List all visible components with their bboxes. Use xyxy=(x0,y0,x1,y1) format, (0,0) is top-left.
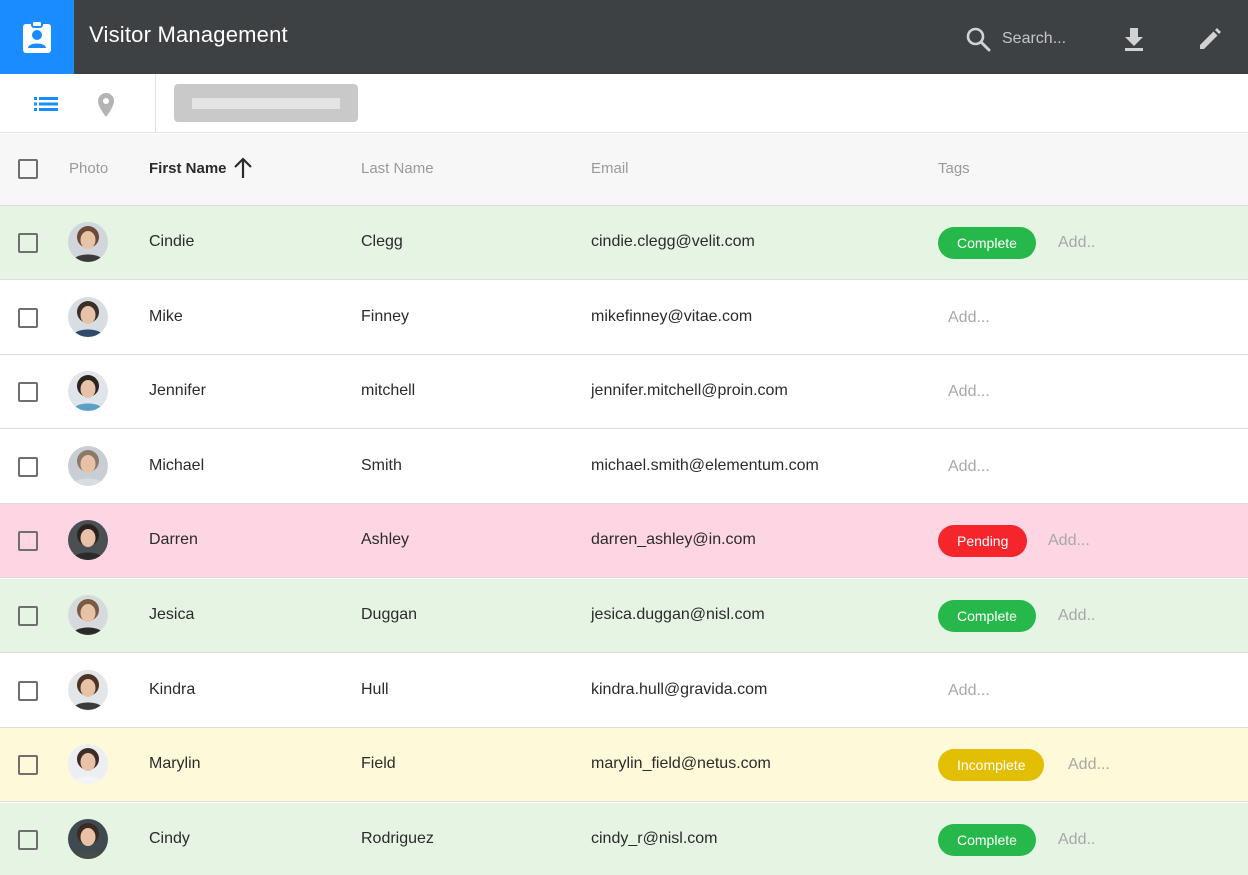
first-name-cell: Kindra xyxy=(149,681,196,698)
filter-placeholder[interactable] xyxy=(174,84,358,122)
table-row[interactable]: Michael Smith michael.smith@elementum.com A… xyxy=(0,430,1248,504)
avatar-image xyxy=(68,520,108,560)
first-name-cell: Darren xyxy=(149,531,198,548)
add-tag-link[interactable]: Add... xyxy=(1068,756,1110,774)
add-tag-link[interactable]: Add... xyxy=(1048,532,1090,550)
table-row[interactable]: Jesica Duggan jesica.duggan@nisl.com Comple… xyxy=(0,579,1248,653)
toolbar-divider xyxy=(155,74,156,132)
email-cell: marylin_field@netus.com xyxy=(591,755,771,772)
avatar-image xyxy=(68,222,108,262)
status-badge[interactable]: Complete xyxy=(938,227,1036,259)
avatar xyxy=(68,520,108,560)
first-name-cell: Jesica xyxy=(149,606,195,623)
avatar xyxy=(68,222,108,262)
avatar xyxy=(68,595,108,635)
add-tag-link[interactable]: Add... xyxy=(948,458,990,476)
add-tag-link[interactable]: Add... xyxy=(948,309,990,327)
table-header: Photo First Name Last Name Email Tags xyxy=(0,134,1248,206)
app-header: Visitor Management xyxy=(0,0,1248,74)
edit-icon[interactable] xyxy=(1197,26,1223,52)
badge-icon xyxy=(23,20,51,53)
email-cell: cindie.clegg@velit.com xyxy=(591,233,755,250)
add-tag-link[interactable]: Add... xyxy=(948,383,990,401)
first-name-cell: Marylin xyxy=(149,755,201,772)
first-name-cell: Jennifer xyxy=(149,382,206,399)
avatar xyxy=(68,819,108,859)
avatar xyxy=(68,744,108,784)
app-logo[interactable] xyxy=(0,0,74,74)
row-checkbox[interactable] xyxy=(18,606,38,626)
avatar-image xyxy=(68,670,108,710)
map-pin-icon[interactable] xyxy=(97,92,115,118)
sort-ascending-icon[interactable] xyxy=(232,156,254,180)
row-checkbox[interactable] xyxy=(18,308,38,328)
row-checkbox[interactable] xyxy=(18,830,38,850)
search-input[interactable] xyxy=(1002,26,1102,52)
row-checkbox[interactable] xyxy=(18,382,38,402)
status-badge[interactable]: Pending xyxy=(938,525,1028,557)
first-name-cell: Cindy xyxy=(149,830,190,847)
first-name-cell: Michael xyxy=(149,457,205,474)
add-tag-link[interactable]: Add.. xyxy=(1058,234,1095,252)
last-name-cell: Clegg xyxy=(361,233,403,250)
avatar xyxy=(68,670,108,710)
status-badge[interactable]: Complete xyxy=(938,600,1036,632)
column-header-photo: Photo xyxy=(69,160,109,177)
last-name-cell: Field xyxy=(361,755,396,772)
add-tag-link[interactable]: Add... xyxy=(948,682,990,700)
view-toolbar xyxy=(0,74,1248,133)
search-icon[interactable] xyxy=(965,26,991,52)
first-name-cell: Mike xyxy=(149,308,183,325)
avatar-image xyxy=(68,371,108,411)
status-badge[interactable]: Incomplete xyxy=(938,749,1045,781)
row-checkbox[interactable] xyxy=(18,755,38,775)
table-row[interactable]: Marylin Field marylin_field@netus.com Incom… xyxy=(0,728,1248,802)
row-checkbox[interactable] xyxy=(18,457,38,477)
row-checkbox[interactable] xyxy=(18,681,38,701)
add-tag-link[interactable]: Add.. xyxy=(1058,607,1095,625)
table-row[interactable]: Cindy Rodriguez cindy_r@nisl.com Complete Ad… xyxy=(0,803,1248,875)
email-cell: jennifer.mitchell@proin.com xyxy=(591,382,788,399)
avatar-image xyxy=(68,819,108,859)
avatar-image xyxy=(68,595,108,635)
column-header-last-name[interactable]: Last Name xyxy=(361,160,434,177)
last-name-cell: mitchell xyxy=(361,382,416,399)
avatar-image xyxy=(68,446,108,486)
row-checkbox[interactable] xyxy=(18,531,38,551)
email-cell: darren_ashley@in.com xyxy=(591,531,756,548)
avatar xyxy=(68,371,108,411)
column-header-email[interactable]: Email xyxy=(591,160,629,177)
last-name-cell: Duggan xyxy=(361,606,418,623)
avatar-image xyxy=(68,744,108,784)
table-row[interactable]: Kindra Hull kindra.hull@gravida.com Add... xyxy=(0,654,1248,728)
table-row[interactable]: Mike Finney mikefinney@vitae.com Add... xyxy=(0,281,1248,355)
list-view-icon[interactable] xyxy=(34,96,58,112)
column-header-tags: Tags xyxy=(938,160,970,177)
last-name-cell: Finney xyxy=(361,308,410,325)
avatar xyxy=(68,446,108,486)
table-row[interactable]: Darren Ashley darren_ashley@in.com Pending A… xyxy=(0,504,1248,578)
column-header-first-name[interactable]: First Name xyxy=(149,160,227,177)
email-cell: cindy_r@nisl.com xyxy=(591,830,718,847)
select-all-checkbox[interactable] xyxy=(18,159,38,179)
email-cell: jesica.duggan@nisl.com xyxy=(591,606,765,623)
status-badge[interactable]: Complete xyxy=(938,824,1036,856)
last-name-cell: Smith xyxy=(361,457,402,474)
email-cell: michael.smith@elementum.com xyxy=(591,457,819,474)
filter-placeholder-bar xyxy=(192,98,340,109)
row-checkbox[interactable] xyxy=(18,233,38,253)
last-name-cell: Rodriguez xyxy=(361,830,434,847)
add-tag-link[interactable]: Add.. xyxy=(1058,831,1095,849)
first-name-cell: Cindie xyxy=(149,233,195,250)
app-title: Visitor Management xyxy=(89,22,288,47)
last-name-cell: Hull xyxy=(361,681,389,698)
email-cell: mikefinney@vitae.com xyxy=(591,308,753,325)
last-name-cell: Ashley xyxy=(361,531,410,548)
email-cell: kindra.hull@gravida.com xyxy=(591,681,768,698)
table-row[interactable]: Jennifer mitchell jennifer.mitchell@proin.… xyxy=(0,355,1248,429)
table-row[interactable]: Cindie Clegg cindie.clegg@velit.com Complet… xyxy=(0,206,1248,280)
avatar-image xyxy=(68,297,108,337)
download-icon[interactable] xyxy=(1121,26,1147,52)
avatar xyxy=(68,297,108,337)
